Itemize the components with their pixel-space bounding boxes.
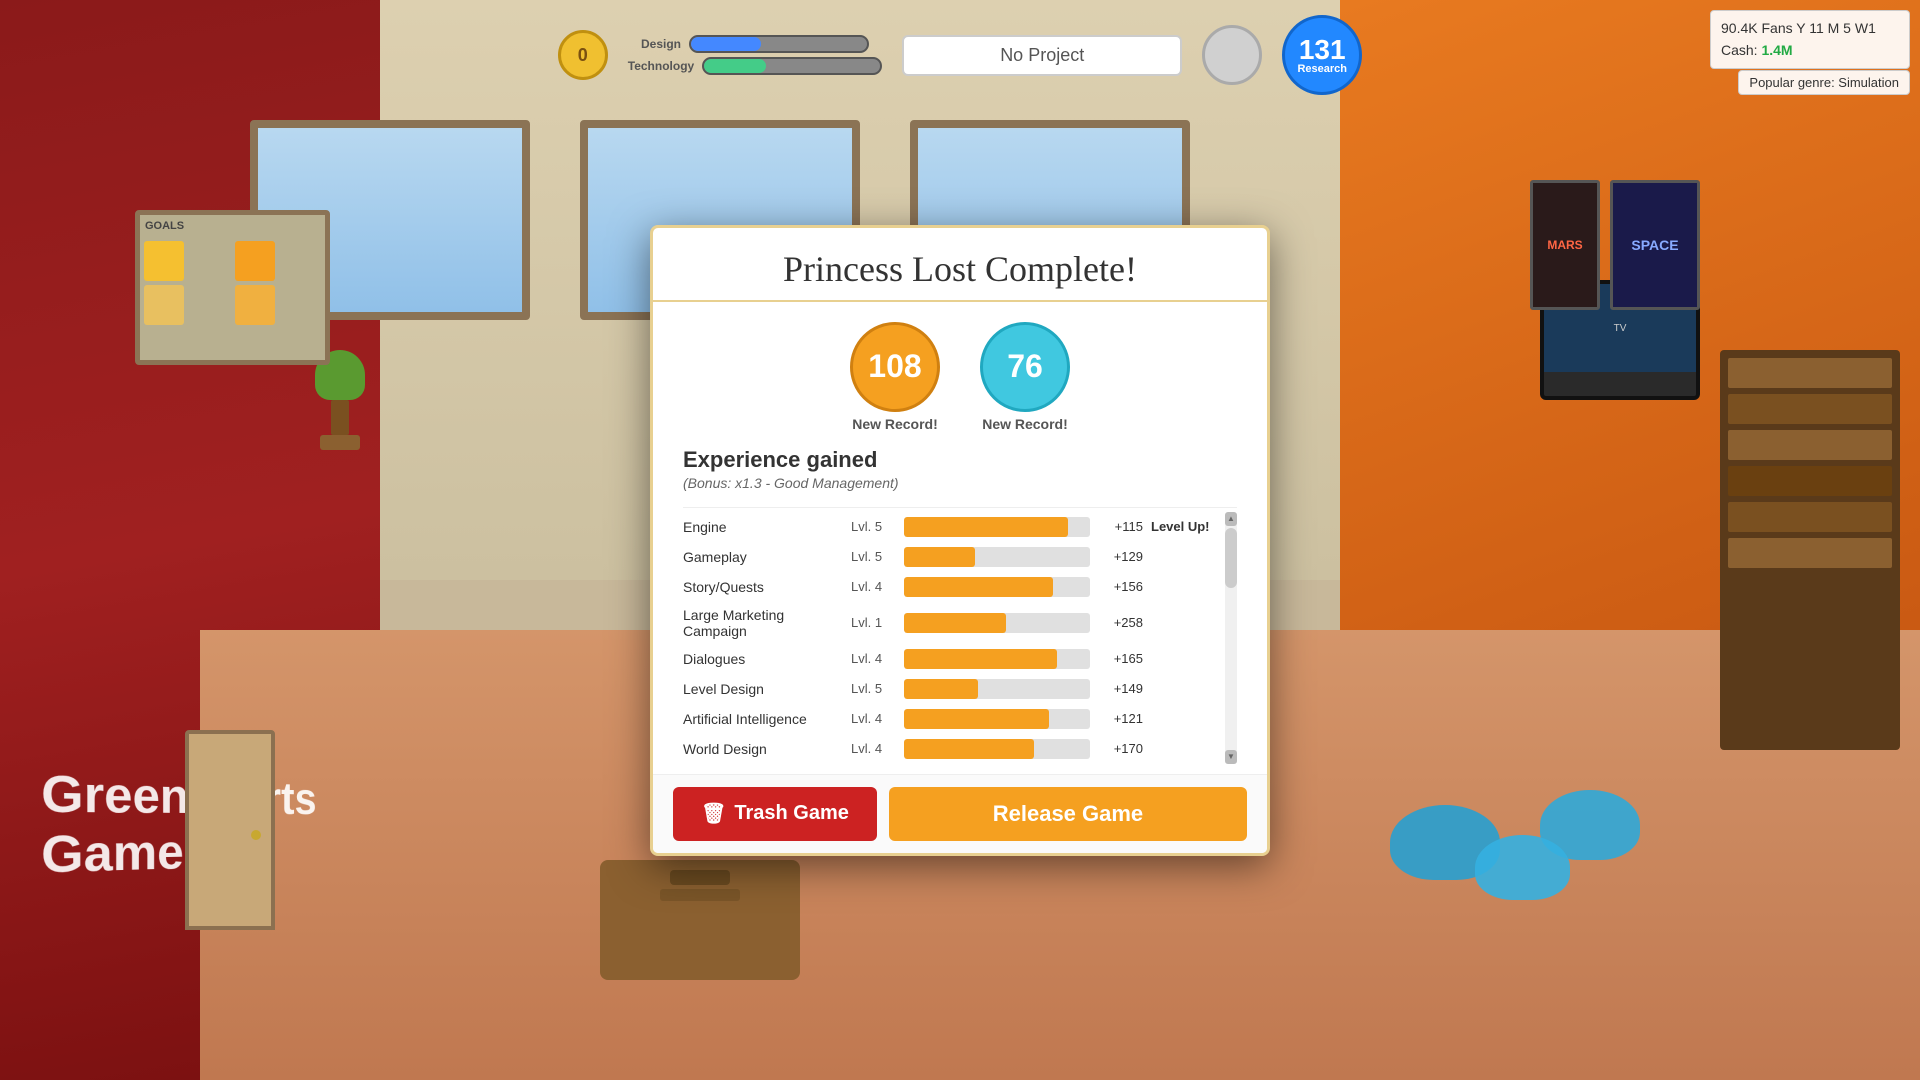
skill-row-0: Engine Lvl. 5 +115 Level Up!: [683, 512, 1221, 542]
skill-level-7: Lvl. 4: [851, 741, 896, 756]
skill-xp-7: +170: [1098, 741, 1143, 756]
modal-body: Experience gained (Bonus: x1.3 - Good Ma…: [653, 437, 1267, 774]
skill-name-7: World Design: [683, 741, 843, 757]
scrollbar-up-arrow[interactable]: ▲: [1225, 512, 1237, 526]
trash-icon: 🗑: [701, 801, 726, 826]
scrollbar-thumb[interactable]: [1225, 528, 1237, 588]
skill-name-5: Level Design: [683, 681, 843, 697]
trash-button-label: Trash Game: [734, 802, 849, 825]
modal-title: Princess Lost Complete!: [683, 248, 1237, 290]
score-orange-value: 108: [868, 348, 921, 385]
scrollbar-down-arrow[interactable]: ▼: [1225, 750, 1237, 764]
skill-name-6: Artificial Intelligence: [683, 711, 843, 727]
skill-row-4: Dialogues Lvl. 4 +165: [683, 644, 1221, 674]
experience-bonus: (Bonus: x1.3 - Good Management): [683, 475, 1237, 491]
skill-level-4: Lvl. 4: [851, 651, 896, 666]
skill-bar-fill-6: [904, 709, 1049, 729]
score-orange-circle: 108: [850, 322, 940, 412]
completion-modal: Princess Lost Complete! 108 New Record! …: [650, 225, 1270, 856]
score-blue-circle: 76: [980, 322, 1070, 412]
skill-name-4: Dialogues: [683, 651, 843, 667]
skill-bar-0: [904, 517, 1090, 537]
skill-levelup-0: Level Up!: [1151, 519, 1221, 534]
skill-bar-3: [904, 613, 1090, 633]
skill-row-3: Large Marketing Campaign Lvl. 1 +258: [683, 602, 1221, 644]
record-label-1: New Record!: [852, 416, 938, 432]
skill-level-2: Lvl. 4: [851, 579, 896, 594]
skill-xp-5: +149: [1098, 681, 1143, 696]
skill-level-5: Lvl. 5: [851, 681, 896, 696]
release-button-label: Release Game: [993, 801, 1143, 826]
skill-xp-2: +156: [1098, 579, 1143, 594]
skill-bar-5: [904, 679, 1090, 699]
scrollbar-track[interactable]: ▲ ▼: [1225, 512, 1237, 764]
skill-name-1: Gameplay: [683, 549, 843, 565]
skill-xp-0: +115: [1098, 519, 1143, 534]
skill-bar-fill-0: [904, 517, 1068, 537]
modal-scores: 108 New Record! 76 New Record!: [653, 302, 1267, 437]
skill-bar-7: [904, 739, 1090, 759]
score-blue-value: 76: [1007, 348, 1043, 385]
skill-level-6: Lvl. 4: [851, 711, 896, 726]
score-orange-group: 108 New Record!: [850, 322, 940, 432]
experience-title: Experience gained: [683, 447, 1237, 473]
skill-name-2: Story/Quests: [683, 579, 843, 595]
skills-list: Engine Lvl. 5 +115 Level Up! Gameplay Lv…: [683, 512, 1221, 764]
skill-row-6: Artificial Intelligence Lvl. 4 +121: [683, 704, 1221, 734]
skill-bar-4: [904, 649, 1090, 669]
skill-name-0: Engine: [683, 519, 843, 535]
skill-row-1: Gameplay Lvl. 5 +129: [683, 542, 1221, 572]
skill-row-7: World Design Lvl. 4 +170: [683, 734, 1221, 764]
score-blue-group: 76 New Record!: [980, 322, 1070, 432]
skill-row-5: Level Design Lvl. 5 +149: [683, 674, 1221, 704]
release-game-button[interactable]: Release Game: [889, 787, 1247, 841]
skill-bar-fill-3: [904, 613, 1006, 633]
modal-header: Princess Lost Complete!: [653, 228, 1267, 302]
skill-level-0: Lvl. 5: [851, 519, 896, 534]
record-label-2: New Record!: [982, 416, 1068, 432]
skill-xp-3: +258: [1098, 615, 1143, 630]
skill-xp-1: +129: [1098, 549, 1143, 564]
trash-game-button[interactable]: 🗑 Trash Game: [673, 787, 877, 841]
skill-level-3: Lvl. 1: [851, 615, 896, 630]
skill-bar-fill-7: [904, 739, 1034, 759]
skill-xp-4: +165: [1098, 651, 1143, 666]
skill-bar-fill-1: [904, 547, 975, 567]
skill-bar-fill-4: [904, 649, 1057, 669]
skill-bar-2: [904, 577, 1090, 597]
skill-bar-1: [904, 547, 1090, 567]
skill-row-2: Story/Quests Lvl. 4 +156: [683, 572, 1221, 602]
modal-overlay: Princess Lost Complete! 108 New Record! …: [0, 0, 1920, 1080]
skill-level-1: Lvl. 5: [851, 549, 896, 564]
skill-xp-6: +121: [1098, 711, 1143, 726]
skills-container: Engine Lvl. 5 +115 Level Up! Gameplay Lv…: [683, 512, 1237, 764]
skills-header: [683, 503, 1237, 508]
skill-name-3: Large Marketing Campaign: [683, 607, 843, 639]
skill-bar-fill-2: [904, 577, 1053, 597]
skill-bar-6: [904, 709, 1090, 729]
skill-bar-fill-5: [904, 679, 978, 699]
modal-footer: 🗑 Trash Game Release Game: [653, 774, 1267, 853]
